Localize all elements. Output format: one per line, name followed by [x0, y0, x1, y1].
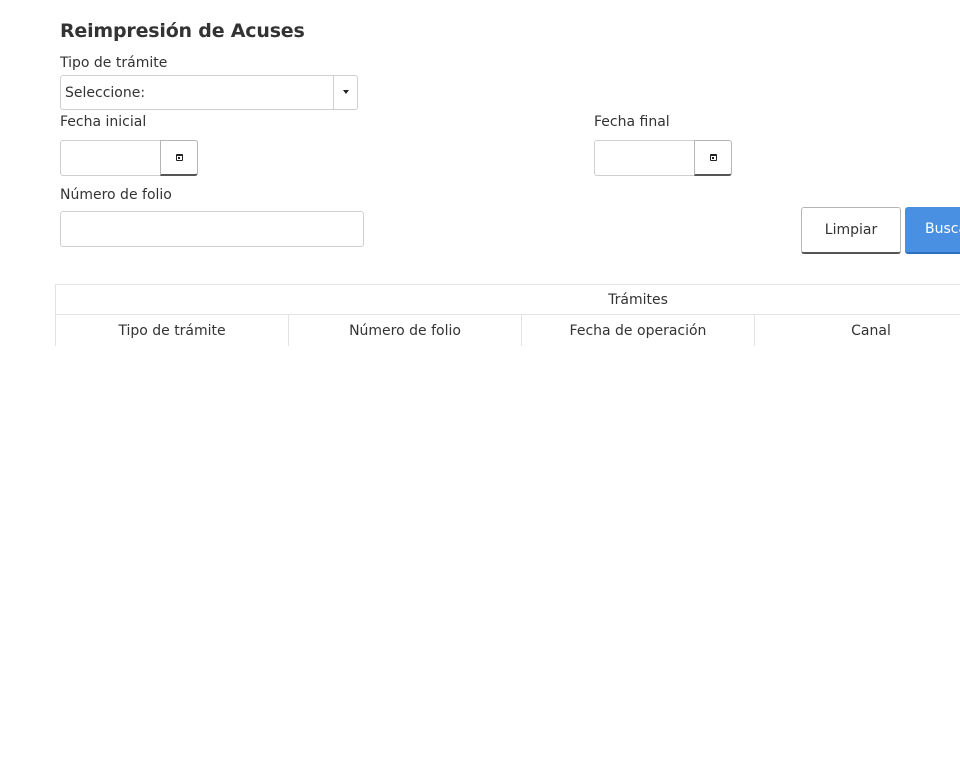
page: Reimpresión de Acuses Tipo de trámite Se… — [0, 0, 960, 760]
tipo-tramite-selected-value: Seleccione: — [65, 85, 146, 101]
page-title: Reimpresión de Acuses — [60, 20, 305, 42]
calendar-icon — [176, 154, 183, 161]
calendar-icon — [710, 154, 717, 161]
fecha-final-input[interactable] — [594, 140, 694, 176]
numero-folio-label: Número de folio — [60, 187, 172, 203]
column-header-numero-folio: Número de folio — [288, 315, 521, 346]
column-header-fecha-operacion: Fecha de operación — [521, 315, 754, 346]
tipo-tramite-select[interactable]: Seleccione: — [60, 75, 358, 110]
search-button[interactable]: Buscar — [905, 207, 960, 254]
tipo-tramite-label: Tipo de trámite — [60, 55, 168, 71]
clear-button[interactable]: Limpiar — [801, 207, 901, 254]
fecha-final-calendar-button[interactable] — [694, 140, 732, 176]
numero-folio-input[interactable] — [60, 211, 364, 247]
caret-down-icon[interactable] — [333, 76, 357, 109]
tramites-table: Trámites Tipo de trámite Número de folio… — [55, 284, 960, 346]
column-header-tipo-tramite: Tipo de trámite — [55, 315, 288, 346]
fecha-final-label: Fecha final — [594, 114, 670, 130]
column-header-canal: Canal — [754, 315, 960, 346]
fecha-inicial-label: Fecha inicial — [60, 114, 147, 130]
fecha-inicial-input[interactable] — [60, 140, 160, 176]
table-header-row: Tipo de trámite Número de folio Fecha de… — [55, 315, 960, 346]
fecha-inicial-calendar-button[interactable] — [160, 140, 198, 176]
table-caption: Trámites — [55, 284, 960, 315]
